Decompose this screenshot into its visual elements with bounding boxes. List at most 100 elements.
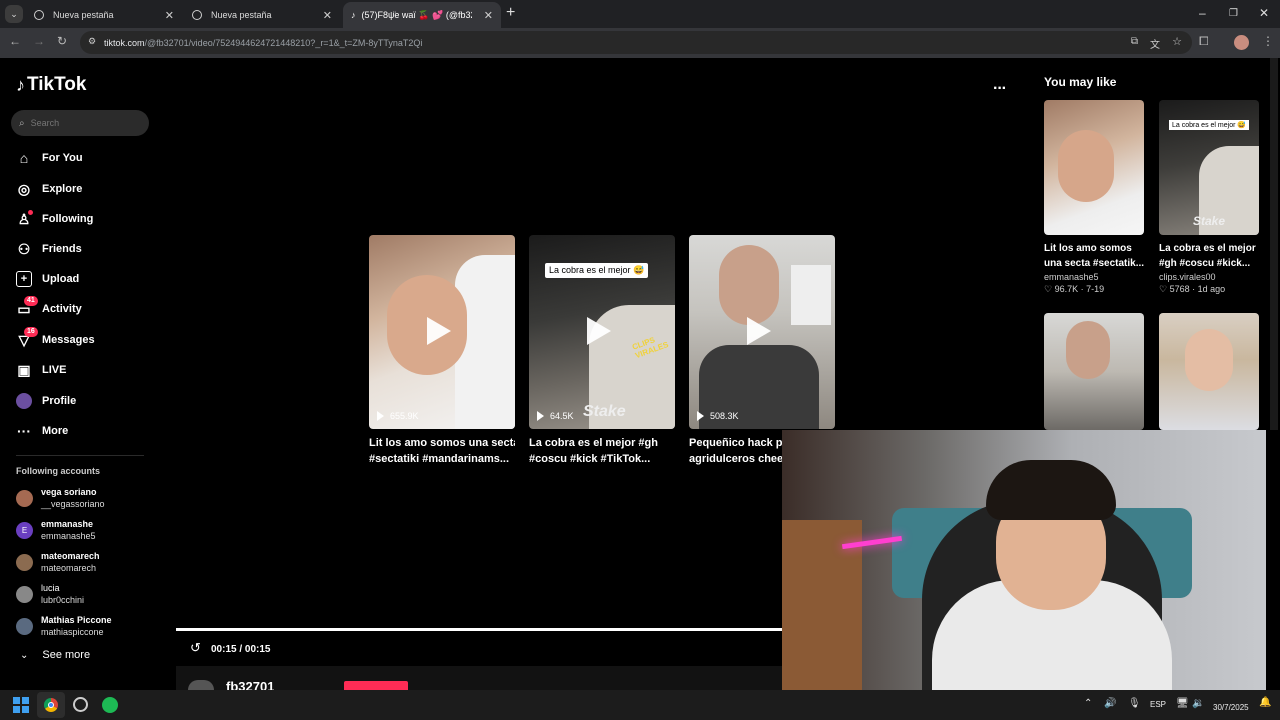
profile-avatar[interactable] bbox=[1234, 35, 1249, 50]
related-video-card[interactable]: La cobra es el mejor 😅 CLIPS VIRALES Sta… bbox=[529, 235, 675, 467]
restore-icon[interactable]: ❐ bbox=[1229, 8, 1238, 19]
account-item[interactable]: vega soriano __vegassoriano bbox=[16, 485, 105, 511]
new-tab-button[interactable]: + bbox=[506, 4, 515, 22]
author-avatar[interactable] bbox=[188, 680, 214, 690]
video-author[interactable]: emmanashe5 bbox=[1044, 272, 1144, 282]
install-icon[interactable]: ⧉ bbox=[1131, 36, 1138, 47]
nav-live[interactable]: ▣ LIVE bbox=[16, 362, 66, 378]
translate-icon[interactable]: 文 bbox=[1150, 36, 1160, 51]
see-more-label: See more bbox=[42, 649, 91, 661]
follow-button[interactable] bbox=[344, 681, 408, 690]
account-item[interactable]: Mathias Piccone mathiaspiccone bbox=[16, 613, 112, 639]
close-tab-icon[interactable]: ✕ bbox=[484, 9, 493, 22]
search-input[interactable] bbox=[30, 118, 131, 128]
app-taskbar-icon[interactable] bbox=[73, 697, 88, 712]
heart-icon: ♡ bbox=[1044, 284, 1055, 294]
browser-tab[interactable]: Nueva pestaña ✕ bbox=[24, 2, 182, 28]
nav-profile[interactable]: Profile bbox=[16, 393, 76, 409]
play-icon bbox=[587, 317, 611, 345]
avatar bbox=[16, 553, 33, 571]
tab-search-button[interactable]: ⌄ bbox=[5, 5, 23, 23]
extensions-icon[interactable]: ⧠ bbox=[1199, 34, 1209, 49]
account-item[interactable]: Eemmanashe emmanashe5 bbox=[16, 517, 96, 543]
browser-tab-active[interactable]: ♪ (57)F8ψ̈e waï 🍒 💕 (@fb32701) ✕ bbox=[343, 2, 501, 28]
recommended-video-card[interactable]: Lit los amo somos una secta #sectatik...… bbox=[1044, 100, 1144, 295]
site-info-icon[interactable]: ⚙ bbox=[88, 36, 96, 47]
nav-explore[interactable]: ◎ Explore bbox=[16, 181, 82, 197]
nav-friends[interactable]: ⚇ Friends bbox=[16, 241, 82, 257]
tiktok-logo[interactable]: ♪ TikTok bbox=[16, 74, 86, 96]
nav-messages[interactable]: ▽ 16 Messages bbox=[16, 327, 95, 348]
account-item[interactable]: mateomarech mateomarech bbox=[16, 549, 100, 575]
browser-tab[interactable]: Nueva pestaña ✕ bbox=[182, 2, 340, 28]
nav-following[interactable]: ♙ Following bbox=[16, 210, 93, 227]
speaker-icon[interactable]: 🔊 bbox=[1104, 698, 1116, 709]
related-video-card[interactable]: 655.9K Lit los amo somos una secta #sect… bbox=[369, 235, 515, 467]
close-tab-icon[interactable]: ✕ bbox=[165, 9, 174, 22]
spotify-taskbar-icon[interactable] bbox=[102, 697, 118, 713]
account-username: mathiaspiccone bbox=[41, 627, 104, 637]
friends-icon: ⚇ bbox=[17, 240, 31, 257]
network-icon[interactable]: 🖥 bbox=[1176, 698, 1189, 709]
minimize-icon[interactable]: – bbox=[1199, 6, 1206, 20]
author-name[interactable]: fb32701 bbox=[226, 680, 274, 690]
stake-watermark: Stake bbox=[1193, 214, 1226, 228]
recommended-video-card[interactable]: La cobra es el mejor 😅 Stake La cobra es… bbox=[1159, 100, 1259, 295]
reload-icon[interactable]: ↻ bbox=[57, 34, 67, 48]
right-rail-scrollbar[interactable] bbox=[1270, 58, 1278, 430]
video-thumbnail[interactable]: La cobra es el mejor 😅 Stake bbox=[1159, 100, 1259, 235]
post-date: 1d ago bbox=[1197, 284, 1226, 294]
following-accounts-heading: Following accounts bbox=[16, 466, 101, 476]
recommended-video-card[interactable] bbox=[1159, 313, 1259, 430]
search-box[interactable]: ⌕ bbox=[11, 110, 149, 136]
video-thumbnail[interactable]: 655.9K bbox=[369, 235, 515, 429]
tiktok-favicon: ♪ bbox=[351, 10, 356, 20]
language-indicator[interactable]: ESP bbox=[1150, 700, 1166, 709]
video-thumbnail[interactable] bbox=[1159, 313, 1259, 430]
mic-icon[interactable]: 🎙 bbox=[1128, 698, 1141, 709]
chrome-taskbar-icon[interactable] bbox=[37, 692, 65, 718]
volume-icon[interactable]: 🔉 bbox=[1192, 698, 1204, 709]
notification-icon[interactable]: 🔔 bbox=[1259, 697, 1271, 708]
video-title-line2: #sectatiki #mandarinams... bbox=[369, 453, 510, 465]
notification-dot bbox=[28, 210, 33, 215]
you-may-like-heading: You may like bbox=[1044, 75, 1117, 89]
back-icon[interactable]: ← bbox=[9, 34, 21, 48]
nav-upload[interactable]: + Upload bbox=[16, 271, 79, 287]
nav-activity[interactable]: ▭ 41 Activity bbox=[16, 296, 82, 317]
recommended-video-card[interactable] bbox=[1044, 313, 1144, 430]
video-author[interactable]: clips.virales00 bbox=[1159, 272, 1259, 282]
account-username: mateomarech bbox=[41, 563, 97, 573]
video-progress-bar[interactable] bbox=[176, 628, 782, 631]
replay-icon[interactable]: ↺ bbox=[190, 640, 201, 656]
forward-icon[interactable]: → bbox=[33, 34, 45, 48]
video-thumbnail[interactable] bbox=[1044, 313, 1144, 430]
nav-label: Explore bbox=[42, 183, 83, 195]
close-window-icon[interactable]: ✕ bbox=[1259, 6, 1269, 20]
tray-chevron-icon[interactable]: ⌃ bbox=[1084, 698, 1092, 709]
clock-date[interactable]: 30/7/2025 bbox=[1213, 703, 1249, 712]
account-name: vega soriano bbox=[41, 487, 97, 497]
video-thumbnail[interactable]: 508.3K bbox=[689, 235, 835, 429]
see-more-button[interactable]: ⌄ See more bbox=[20, 649, 90, 661]
face-shape bbox=[719, 245, 779, 325]
logo-text: TikTok bbox=[27, 74, 87, 95]
tab-label: Nueva pestaña bbox=[211, 10, 272, 20]
nav-more[interactable]: ··· More bbox=[16, 423, 68, 439]
account-item[interactable]: lucia lubr0cchini bbox=[16, 581, 84, 607]
menu-kebab-icon[interactable]: ⋮ bbox=[1262, 34, 1274, 48]
windows-start-icon[interactable] bbox=[13, 697, 29, 713]
face-shape bbox=[1185, 329, 1233, 391]
close-tab-icon[interactable]: ✕ bbox=[323, 9, 332, 22]
home-icon: ⌂ bbox=[19, 150, 29, 166]
bookmark-star-icon[interactable]: ☆ bbox=[1172, 35, 1182, 48]
nav-for-you[interactable]: ⌂ For You bbox=[16, 150, 83, 166]
video-thumbnail[interactable] bbox=[1044, 100, 1144, 235]
like-count: 5768 bbox=[1169, 284, 1190, 294]
video-thumbnail[interactable]: La cobra es el mejor 😅 CLIPS VIRALES Sta… bbox=[529, 235, 675, 429]
stake-watermark: Stake bbox=[583, 403, 626, 420]
nav-label: Friends bbox=[42, 243, 82, 255]
more-options-icon[interactable]: ··· bbox=[993, 80, 1007, 98]
video-title: Lit los amo somos una secta bbox=[369, 437, 515, 449]
address-bar[interactable]: ⚙ tiktok.com/@fb32701/video/752494462472… bbox=[80, 31, 1192, 54]
